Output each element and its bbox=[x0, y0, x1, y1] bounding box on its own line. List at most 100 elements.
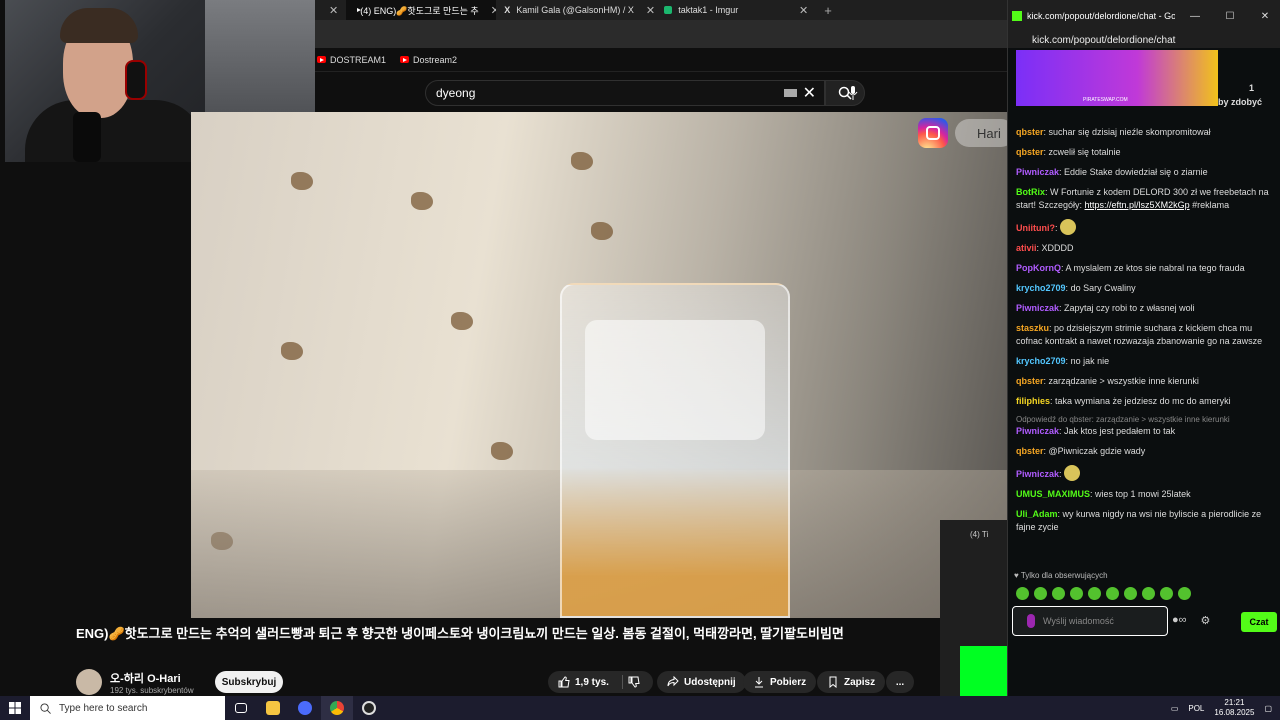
subscribe-button[interactable]: Subskrybuj bbox=[215, 671, 283, 693]
chat-username[interactable]: ativii bbox=[1016, 243, 1037, 253]
fabric-pattern bbox=[491, 442, 513, 460]
share-button[interactable]: Udostępnij bbox=[657, 671, 746, 693]
fabric-pattern bbox=[591, 222, 613, 240]
taskbar-search[interactable]: Type here to search bbox=[30, 696, 225, 720]
emote[interactable] bbox=[1106, 587, 1119, 600]
chat-input[interactable]: Wyślij wiadomość bbox=[1012, 606, 1168, 636]
chat-username[interactable]: krycho2709 bbox=[1016, 356, 1066, 366]
chat-username[interactable]: qbster bbox=[1016, 147, 1044, 157]
keyboard-icon[interactable] bbox=[783, 89, 797, 97]
chat-username[interactable]: qbster bbox=[1016, 446, 1044, 456]
start-button[interactable] bbox=[0, 696, 30, 720]
close-icon[interactable]: ✕ bbox=[1250, 11, 1280, 22]
window-titlebar: kick.com/popout/delordione/chat - Google… bbox=[1008, 0, 1280, 32]
chat-username[interactable]: qbster bbox=[1016, 127, 1044, 137]
chat-username[interactable]: Uli_Adam bbox=[1016, 509, 1058, 519]
chat-text: Eddie Stake dowiedział się o ziarnie bbox=[1064, 167, 1208, 177]
url-bar[interactable]: kick.com/popout/delordione/chat bbox=[1008, 32, 1280, 48]
network-icon[interactable]: ▭ bbox=[1171, 704, 1179, 713]
like-count: 1,9 tys. bbox=[575, 676, 609, 688]
fabric-pattern bbox=[281, 342, 303, 360]
maximize-icon[interactable]: ☐ bbox=[1215, 11, 1245, 22]
emote[interactable] bbox=[1142, 587, 1155, 600]
avatar[interactable] bbox=[76, 669, 102, 695]
like-button[interactable]: 1,9 tys. bbox=[548, 671, 653, 693]
chat-message: BotRix: W Fortunie z kodem DELORD 300 zł… bbox=[1016, 186, 1274, 212]
emote[interactable] bbox=[1160, 587, 1173, 600]
thumbs-down-icon[interactable] bbox=[628, 676, 640, 688]
chat-username[interactable]: Piwniczak bbox=[1016, 303, 1059, 313]
pinned-count: 1 bbox=[1249, 83, 1255, 93]
obs-button[interactable] bbox=[353, 696, 385, 720]
chat-text: XDDDD bbox=[1041, 243, 1074, 253]
bookmark-icon bbox=[829, 676, 837, 688]
chat-username[interactable]: Uniituni? bbox=[1016, 223, 1055, 233]
notification-icon[interactable]: ▢ bbox=[1264, 704, 1272, 713]
reply-context: Odpowiedź do qbster: zarządzanie > wszys… bbox=[1016, 415, 1230, 424]
chrome-button[interactable] bbox=[321, 696, 353, 720]
emote[interactable] bbox=[1034, 587, 1047, 600]
chat-username[interactable]: Piwniczak bbox=[1016, 469, 1059, 479]
more-button[interactable]: ... bbox=[886, 671, 914, 693]
emote[interactable] bbox=[1124, 587, 1137, 600]
bookmark-dostream1[interactable]: DOSTREAM1 bbox=[317, 55, 386, 65]
chat-username[interactable]: UMUS_MAXIMUS bbox=[1016, 489, 1090, 499]
chat-username[interactable]: qbster bbox=[1016, 376, 1044, 386]
users-icon[interactable]: ●∞ bbox=[1172, 614, 1187, 627]
tab-label: Kamil Gala (@GalsonHM) / X bbox=[516, 5, 634, 15]
chat-username[interactable]: PopKornQ bbox=[1016, 263, 1061, 273]
chrome-profile-button[interactable] bbox=[289, 696, 321, 720]
download-button[interactable]: Pobierz bbox=[743, 671, 817, 693]
chat-message: Piwniczak: Zapytaj czy robi to z własnej… bbox=[1016, 302, 1274, 315]
channel-name[interactable]: 오-하리 O-Hari bbox=[110, 670, 194, 686]
search-input[interactable]: dyeong ✕ bbox=[425, 80, 825, 106]
chat-text: taka wymiana że jedziesz do mc do ameryk… bbox=[1055, 396, 1231, 406]
tab-x[interactable]: X Kamil Gala (@GalsonHM) / X ✕ bbox=[496, 0, 656, 20]
clock[interactable]: 21:21 16.08.2025 bbox=[1214, 698, 1254, 718]
chat-username[interactable]: filiphies bbox=[1016, 396, 1050, 406]
minimize-icon[interactable]: — bbox=[1180, 11, 1210, 22]
chat-username[interactable]: BotRix bbox=[1016, 187, 1045, 197]
tab-imgur[interactable]: taktak1 - Imgur ✕ bbox=[656, 0, 816, 20]
download-label: Pobierz bbox=[770, 676, 807, 688]
chat-tools: ●∞ ⚙ bbox=[1172, 614, 1210, 627]
settings-icon[interactable]: ⚙ bbox=[1201, 614, 1211, 627]
file-explorer-button[interactable] bbox=[257, 696, 289, 720]
close-icon[interactable]: ✕ bbox=[799, 4, 808, 17]
tab-youtube[interactable]: (4) ENG)🥜핫도그로 만드는 추 ✕ bbox=[346, 0, 497, 20]
search-icon bbox=[40, 702, 51, 714]
mini-tab[interactable]: (4) Ti bbox=[940, 520, 1008, 539]
emote[interactable] bbox=[1070, 587, 1083, 600]
share-label: Udostępnij bbox=[684, 676, 736, 688]
emote[interactable] bbox=[1016, 587, 1029, 600]
chat-message: Uli_Adam: wy kurwa nigdy na wsi nie byli… bbox=[1016, 508, 1274, 534]
chat-username[interactable]: Piwniczak bbox=[1016, 167, 1059, 177]
share-icon bbox=[667, 676, 679, 687]
tab-close-left[interactable]: ✕ bbox=[315, 0, 346, 20]
bookmark-dostream2[interactable]: Dostream2 bbox=[400, 55, 457, 65]
chat-link[interactable]: https://eftn.pl/lsz5XM2kGp bbox=[1085, 200, 1190, 210]
new-tab-button[interactable]: + bbox=[816, 0, 840, 20]
followers-only-notice: ♥ Tylko dla obserwujących bbox=[1014, 571, 1108, 580]
save-button[interactable]: Zapisz bbox=[817, 671, 886, 693]
chat-username[interactable]: Piwniczak bbox=[1016, 426, 1059, 436]
close-icon[interactable]: ✕ bbox=[646, 4, 655, 17]
folder-icon bbox=[266, 701, 280, 715]
download-icon bbox=[755, 677, 763, 688]
emote[interactable] bbox=[1052, 587, 1065, 600]
pinned-text: by zdobyć bbox=[1218, 97, 1263, 107]
chat-username[interactable]: krycho2709 bbox=[1016, 283, 1066, 293]
voice-search-button[interactable] bbox=[838, 82, 868, 104]
task-view-button[interactable] bbox=[225, 696, 257, 720]
emote[interactable] bbox=[1088, 587, 1101, 600]
thumbs-up-icon bbox=[558, 676, 570, 688]
chat-message: qbster: zarządzanie > wszystkie inne kie… bbox=[1016, 375, 1274, 388]
clear-search-icon[interactable]: ✕ bbox=[803, 83, 816, 103]
send-chat-button[interactable]: Czat bbox=[1241, 612, 1277, 632]
microphone-icon[interactable] bbox=[1027, 614, 1035, 628]
chat-username[interactable]: staszku bbox=[1016, 323, 1049, 333]
chat-text: @Piwniczak gdzie wady bbox=[1048, 446, 1146, 456]
emote[interactable] bbox=[1178, 587, 1191, 600]
language-indicator[interactable]: POL bbox=[1188, 704, 1204, 713]
microphone-icon bbox=[848, 86, 858, 100]
